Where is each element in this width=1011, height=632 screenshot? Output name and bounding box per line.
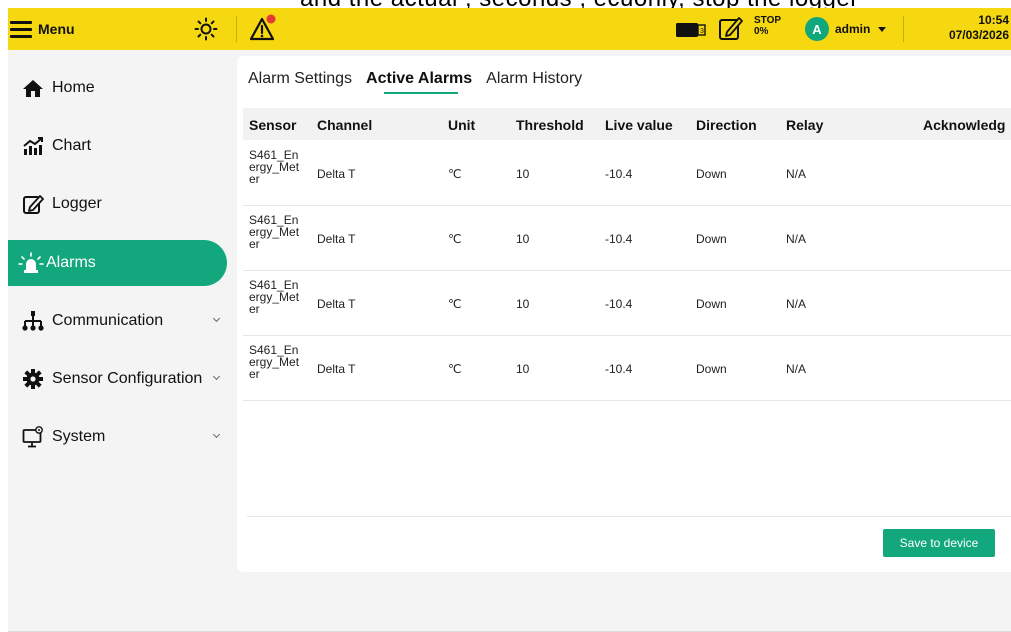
cell-relay: N/A — [786, 362, 807, 376]
cell-threshold: 10 — [516, 167, 530, 181]
column-header-live-value: Live value — [605, 117, 673, 133]
cell-relay: N/A — [786, 167, 807, 181]
table-header: Sensor Channel Unit Threshold Live value… — [243, 108, 1011, 140]
hamburger-icon — [10, 21, 32, 38]
sidebar: Home Chart Logger Alarms Communication S… — [8, 50, 230, 632]
logger-icon — [23, 195, 44, 214]
tab-alarm-settings[interactable]: Alarm Settings — [248, 70, 352, 94]
column-header-channel: Channel — [317, 117, 373, 133]
column-header-acknowledge: Acknowledg — [923, 117, 1006, 133]
top-caption-text: and the actual , seconds , ecuonly, stop… — [300, 0, 859, 8]
cell-direction: Down — [696, 297, 727, 311]
cell-channel: Delta T — [317, 362, 356, 376]
footer-divider — [247, 516, 1011, 517]
sun-icon[interactable] — [194, 17, 218, 41]
column-header-relay: Relay — [786, 117, 824, 133]
cell-sensor: S461_Energy_Meter — [249, 278, 300, 316]
avatar: A — [805, 17, 829, 41]
header-divider — [236, 16, 237, 42]
sidebar-item-communication[interactable]: Communication — [8, 298, 227, 344]
cell-channel: Delta T — [317, 297, 356, 311]
gear-icon — [23, 369, 43, 389]
table-row: S461_Energy_Meter Delta T ℃ 10 -10.4 Dow… — [243, 141, 1011, 206]
cell-sensor: S461_Energy_Meter — [249, 213, 300, 251]
cell-unit: ℃ — [448, 362, 462, 376]
clock-date: 07/03/2026 — [948, 28, 1009, 42]
chart-icon — [23, 137, 43, 155]
sidebar-item-home[interactable]: Home — [8, 65, 227, 111]
sidebar-item-alarms[interactable]: Alarms — [8, 240, 227, 286]
alarm-tabs: Alarm Settings Active Alarms Alarm Histo… — [248, 70, 582, 94]
sidebar-item-sensor-configuration[interactable]: Sensor Configuration — [8, 356, 227, 402]
menu-label: Menu — [38, 21, 75, 37]
table-row: S461_Energy_Meter Delta T ℃ 10 -10.4 Dow… — [243, 336, 1011, 401]
cell-threshold: 10 — [516, 297, 530, 311]
cell-sensor: S461_Energy_Meter — [249, 343, 300, 381]
tab-alarm-history[interactable]: Alarm History — [486, 70, 582, 94]
sidebar-item-chart[interactable]: Chart — [8, 123, 227, 169]
column-header-sensor: Sensor — [249, 117, 297, 133]
user-menu[interactable]: A admin — [805, 17, 887, 41]
table-row: S461_Energy_Meter Delta T ℃ 10 -10.4 Dow… — [243, 271, 1011, 336]
record-percent: 0% — [754, 26, 769, 37]
column-header-unit: Unit — [448, 117, 476, 133]
column-header-direction: Direction — [696, 117, 757, 133]
sidebar-item-label: Logger — [52, 195, 102, 212]
record-status-label: STOP — [754, 15, 782, 26]
monitor-icon — [22, 426, 43, 448]
chevron-down-icon — [212, 314, 221, 323]
cell-threshold: 10 — [516, 232, 530, 246]
cell-live-value: -10.4 — [605, 297, 633, 311]
clock: 10:54 07/03/2026 — [949, 13, 1009, 43]
cell-direction: Down — [696, 232, 727, 246]
user-name: admin — [835, 22, 871, 36]
svg-text:3: 3 — [700, 28, 704, 35]
alarms-card: Alarm Settings Active Alarms Alarm Histo… — [237, 56, 1011, 572]
sidebar-item-logger[interactable]: Logger — [8, 181, 227, 227]
alarm-icon — [18, 252, 44, 273]
record-status: STOP 0% — [754, 15, 781, 37]
warning-icon[interactable] — [248, 14, 278, 42]
menu-button[interactable]: Menu — [10, 14, 75, 44]
sidebar-item-label: Alarms — [46, 254, 96, 271]
top-caption-strip: and the actual , seconds , ecuonly, stop… — [0, 0, 1011, 8]
chevron-down-icon — [878, 26, 887, 32]
cell-channel: Delta T — [317, 232, 356, 246]
cell-direction: Down — [696, 167, 727, 181]
home-icon — [23, 80, 43, 97]
app-header: Menu 3 STOP 0% A admin 10:54 07/03/2026 — [8, 8, 1011, 50]
chevron-down-icon — [212, 372, 221, 381]
cell-threshold: 10 — [516, 362, 530, 376]
sidebar-item-label: Sensor Configuration — [52, 370, 203, 387]
save-to-device-button[interactable]: Save to device — [883, 529, 995, 557]
network-icon — [22, 311, 44, 331]
cell-direction: Down — [696, 362, 727, 376]
tab-active-alarms[interactable]: Active Alarms — [366, 70, 472, 94]
sidebar-item-label: System — [52, 428, 106, 445]
sd-card-icon[interactable]: 3 — [675, 21, 707, 39]
chevron-down-icon — [212, 430, 221, 439]
header-divider-2 — [903, 16, 904, 42]
column-header-threshold: Threshold — [516, 117, 584, 133]
sidebar-item-label: Chart — [52, 137, 92, 154]
sidebar-item-label: Home — [52, 79, 95, 96]
cell-sensor: S461_Energy_Meter — [249, 148, 300, 186]
cell-unit: ℃ — [448, 167, 462, 181]
cell-live-value: -10.4 — [605, 232, 633, 246]
bottom-panel — [8, 578, 1011, 632]
sidebar-item-label: Communication — [52, 312, 164, 329]
cell-channel: Delta T — [317, 167, 356, 181]
cell-relay: N/A — [786, 232, 807, 246]
sidebar-item-system[interactable]: System — [8, 414, 227, 460]
cell-unit: ℃ — [448, 297, 462, 311]
table-row: S461_Energy_Meter Delta T ℃ 10 -10.4 Dow… — [243, 206, 1011, 271]
cell-live-value: -10.4 — [605, 362, 633, 376]
edit-record-icon[interactable] — [717, 14, 745, 42]
cell-live-value: -10.4 — [605, 167, 633, 181]
cell-unit: ℃ — [448, 232, 462, 246]
clock-time: 10:54 — [978, 13, 1009, 27]
cell-relay: N/A — [786, 297, 807, 311]
